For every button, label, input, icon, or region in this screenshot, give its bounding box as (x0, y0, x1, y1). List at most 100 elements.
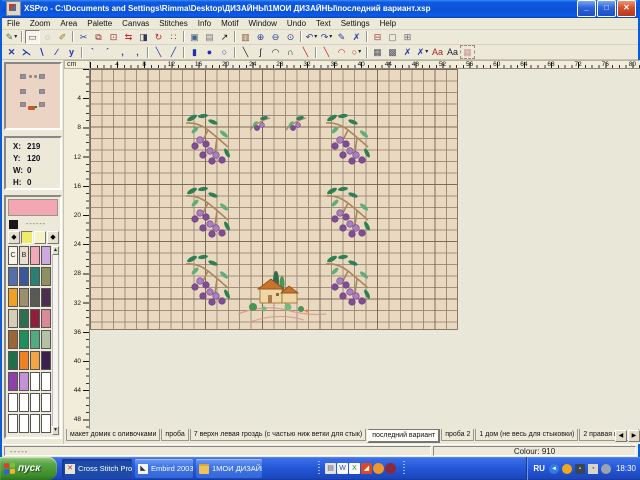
cross-tool-2-icon[interactable]: ✗▾ (415, 45, 430, 59)
select-lasso-icon[interactable]: ◌ (40, 30, 55, 44)
menu-canvas[interactable]: Canvas (117, 19, 154, 28)
palette-swatch-6-0[interactable] (8, 372, 18, 391)
new-page-icon[interactable]: ▢ (385, 30, 400, 44)
half-stitch-fwd-icon[interactable]: ∕ (49, 45, 64, 59)
sprig-left[interactable] (248, 113, 272, 138)
olive-branch-top-right[interactable] (322, 109, 374, 172)
menu-undo[interactable]: Undo (282, 19, 311, 28)
black-swatch[interactable] (9, 220, 18, 229)
menu-help[interactable]: Help (375, 19, 401, 28)
keyboard-layout-icon[interactable]: ▪ (575, 464, 585, 474)
full-cross-stitch-icon[interactable]: ✕ (4, 45, 19, 59)
scroll-down-icon[interactable]: ▼ (52, 426, 59, 435)
media-player-icon[interactable]: ▤ (325, 463, 336, 474)
undo-icon[interactable]: ↶▾ (304, 30, 319, 44)
start-button[interactable]: пуск (0, 457, 57, 480)
menu-info[interactable]: Info (193, 19, 216, 28)
petite-br-icon[interactable]: ‚ (130, 45, 145, 59)
tab-2[interactable]: 7 верхн левая гроздь (с частью ниж ветки… (190, 429, 366, 441)
palette-swatch-5-1[interactable] (19, 351, 29, 370)
backstitch-down-icon[interactable]: ╲ (151, 45, 166, 59)
palette-swatch-0-2[interactable] (30, 246, 40, 265)
palette-swatch-6-2[interactable] (30, 372, 40, 391)
design-preview[interactable] (4, 62, 62, 130)
palette-swatch-2-1[interactable] (19, 288, 29, 307)
half-stitch-back-icon[interactable]: ∖ (34, 45, 49, 59)
palette-swatch-3-2[interactable] (30, 309, 40, 328)
paste-icon[interactable]: ⊡ (106, 30, 121, 44)
motif-mode-icon[interactable]: ▩ (385, 45, 400, 59)
dropdown-arrow-icon[interactable]: ▾ (358, 47, 361, 57)
zoom-out-icon[interactable]: ⊖ (268, 30, 283, 44)
tab-0[interactable]: макет домик с оливочками (66, 429, 160, 441)
tab-scroll-right-icon[interactable]: ▶ (628, 430, 640, 442)
mirror-icon[interactable]: ◨ (136, 30, 151, 44)
palette-swatch-8-0[interactable] (8, 414, 18, 433)
palette-swatch-7-1[interactable] (19, 393, 29, 412)
menu-zoom[interactable]: Zoom (25, 19, 55, 28)
special-stitch-5-icon[interactable]: ╲ (298, 45, 313, 59)
thread-icon[interactable]: ▥ (238, 30, 253, 44)
palette-swatch-4-3[interactable] (41, 330, 51, 349)
pattern-select-icon[interactable]: ▦ (460, 45, 475, 59)
redo-icon[interactable]: ↷▾ (319, 30, 334, 44)
scroll-track[interactable] (52, 255, 59, 426)
erase-stitch-icon[interactable]: ✗ (349, 30, 364, 44)
task-moi-dizainy[interactable]: 1МОИ ДИЗАЙНЫ (196, 459, 262, 478)
menu-palette[interactable]: Palette (82, 19, 117, 28)
palette-swatch-1-2[interactable] (30, 267, 40, 286)
tray-orange-icon[interactable] (562, 464, 572, 474)
palette-swatch-8-3[interactable] (41, 414, 51, 433)
language-bar-icon[interactable]: ◄ (549, 464, 559, 474)
menu-window[interactable]: Window (243, 19, 281, 28)
eyelet-icon[interactable]: ○ (217, 45, 232, 59)
palette-swatch-3-1[interactable] (19, 309, 29, 328)
special-stitch-3-icon[interactable]: ◠ (268, 45, 283, 59)
text-tool-icon[interactable]: Aa (445, 45, 460, 59)
bead-icon[interactable]: ● (202, 45, 217, 59)
current-color-swatch[interactable] (8, 199, 58, 216)
minimize-button[interactable]: _ (577, 0, 596, 17)
color-yellow-selected[interactable] (21, 231, 33, 244)
task-cross-stitch-pro[interactable]: ✕Cross Stitch Pro... (62, 459, 132, 478)
palette-swatch-5-2[interactable] (30, 351, 40, 370)
design-canvas[interactable] (90, 69, 640, 429)
text-tool-red-icon[interactable]: Aa (430, 45, 445, 59)
tab-3[interactable]: последний вариант (367, 429, 440, 443)
tab-5[interactable]: 1 дом (не весь для стыковки) (475, 429, 578, 441)
rotate-icon[interactable]: ↻ (151, 30, 166, 44)
palette-swatch-4-1[interactable] (19, 330, 29, 349)
olive-branch-bottom-left[interactable] (182, 250, 234, 313)
dropdown-arrow-icon[interactable]: ▾ (425, 47, 428, 57)
color-pale-yellow[interactable] (34, 231, 46, 244)
maximize-button[interactable]: □ (597, 0, 616, 17)
special-stitch-1-icon[interactable]: ╲ (238, 45, 253, 59)
olive-branch-top-left[interactable] (182, 109, 234, 172)
three-quarter-stitch-icon[interactable]: ⋋ (19, 45, 34, 59)
cut-icon[interactable]: ✂ (76, 30, 91, 44)
palette-swatch-1-3[interactable] (41, 267, 51, 286)
palette-swatch-8-2[interactable] (30, 414, 40, 433)
circle-stitch-icon[interactable]: ○▾ (349, 45, 364, 59)
excel-icon[interactable]: X (349, 463, 360, 474)
palette-swatch-4-0[interactable] (8, 330, 18, 349)
palette-swatch-6-1[interactable] (19, 372, 29, 391)
export-icon[interactable]: ⊟ (370, 30, 385, 44)
orange-ball-icon[interactable] (373, 463, 384, 474)
palette-swatch-5-3[interactable] (41, 351, 51, 370)
cross-tool-1-icon[interactable]: ✗ (400, 45, 415, 59)
select-rectangle-icon[interactable]: ▭ (25, 30, 40, 44)
menu-stitches[interactable]: Stitches (154, 19, 192, 28)
language-indicator[interactable]: RU (533, 464, 545, 473)
palette-swatch-1-0[interactable] (8, 267, 18, 286)
pointer-icon[interactable]: ↗ (217, 30, 232, 44)
olive-branch-bottom-right[interactable] (322, 250, 374, 313)
palette-swatch-8-1[interactable] (19, 414, 29, 433)
menu-settings[interactable]: Settings (336, 19, 375, 28)
zoom-actual-icon[interactable]: ⊙ (283, 30, 298, 44)
arc-stitch-icon[interactable]: ◠ (334, 45, 349, 59)
petite-bl-icon[interactable]: , (115, 45, 130, 59)
palette-swatch-2-3[interactable] (41, 288, 51, 307)
maroon-ball-icon[interactable] (385, 463, 396, 474)
palette-swatch-7-0[interactable] (8, 393, 18, 412)
